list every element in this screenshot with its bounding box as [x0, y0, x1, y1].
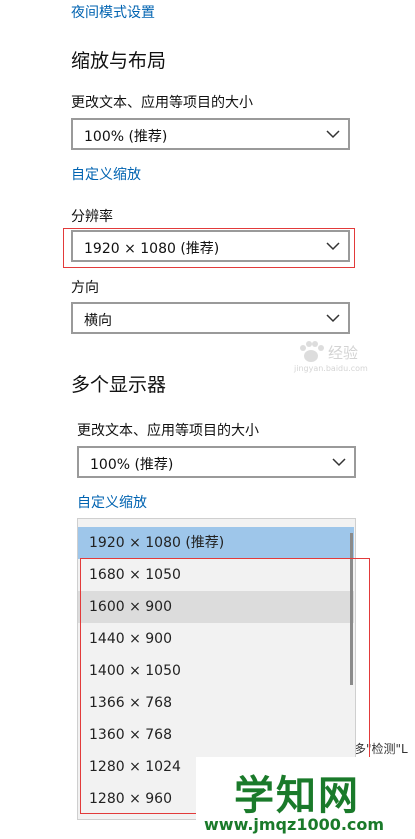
- site-watermark-url: www.jmqz1000.com: [204, 815, 385, 834]
- scale-label: 更改文本、应用等项目的大小: [71, 95, 253, 111]
- chevron-down-icon: [332, 458, 346, 467]
- multi-scale-dropdown-value: 100% (推荐): [90, 457, 174, 473]
- orientation-label: 方向: [71, 280, 99, 296]
- orientation-dropdown[interactable]: 横向: [71, 302, 350, 334]
- multi-scale-dropdown[interactable]: 100% (推荐): [77, 446, 356, 478]
- resolution-option[interactable]: 1920 × 1080 (推荐): [78, 527, 354, 559]
- multi-scale-label: 更改文本、应用等项目的大小: [77, 423, 259, 439]
- custom-scaling-link[interactable]: 自定义缩放: [71, 164, 141, 184]
- baidu-watermark-url: jingyan.baidu.com: [294, 364, 368, 373]
- scale-dropdown[interactable]: 100% (推荐): [71, 118, 350, 150]
- scale-layout-heading: 缩放与布局: [71, 50, 167, 72]
- baidu-paw-icon: [300, 341, 324, 362]
- chevron-down-icon: [326, 130, 340, 139]
- resolution-label: 分辨率: [71, 209, 113, 225]
- multi-custom-scaling-link[interactable]: 自定义缩放: [77, 492, 147, 512]
- multiple-displays-heading: 多个显示器: [71, 374, 167, 396]
- night-light-settings-link[interactable]: 夜间模式设置: [71, 2, 155, 22]
- chevron-down-icon: [326, 314, 340, 323]
- site-watermark: 学知网 www.jmqz1000.com: [196, 757, 415, 839]
- orientation-dropdown-value: 横向: [84, 313, 112, 329]
- resolution-highlight-box: [63, 228, 355, 268]
- site-watermark-name: 学知网: [234, 773, 360, 819]
- baidu-watermark-text: 经验: [328, 344, 359, 362]
- scale-dropdown-value: 100% (推荐): [84, 129, 168, 145]
